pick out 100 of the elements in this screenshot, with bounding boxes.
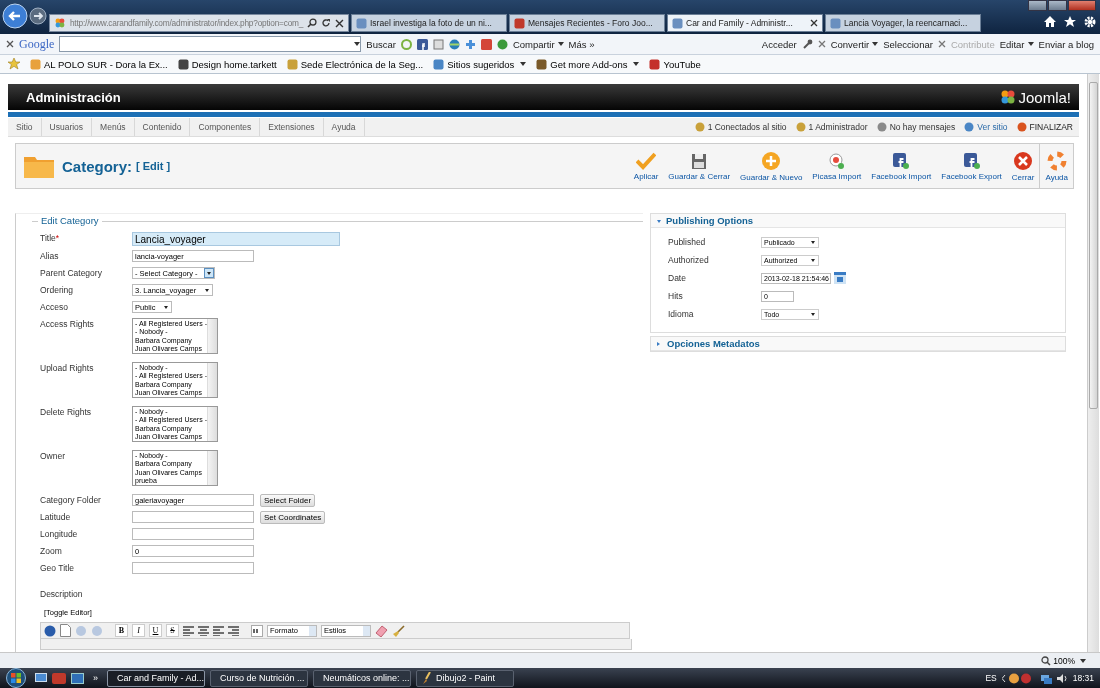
favorites-menu[interactable]: Get more Add-ons — [536, 58, 640, 70]
menu-item[interactable]: Ayuda — [323, 118, 365, 136]
status-link[interactable]: Ver sitio — [964, 122, 1008, 132]
format-button[interactable]: U — [149, 624, 162, 637]
settings-icon[interactable] — [1084, 16, 1096, 28]
more-button[interactable]: » — [93, 673, 98, 683]
toolbar-button[interactable]: Guardar & Nuevo — [735, 144, 808, 188]
toolbar-button[interactable]: Guardar & Cerrar — [663, 144, 736, 188]
panel-header[interactable]: Opciones Metadatos — [651, 337, 1065, 351]
toolbar-button[interactable]: Picasa Import — [807, 144, 867, 188]
format-button[interactable]: I — [132, 624, 145, 637]
search-button[interactable]: Buscar — [366, 38, 396, 50]
panel-header[interactable]: Publishing Options — [651, 214, 1065, 228]
favorite-link[interactable]: Sede Electrónica de la Seg... — [286, 58, 424, 70]
status-link[interactable]: 1 Conectados al sitio — [694, 122, 787, 132]
align-icon[interactable] — [198, 625, 209, 636]
maximize-button[interactable] — [1048, 0, 1067, 11]
favorite-link[interactable]: Design home.tarkett — [177, 58, 277, 70]
format-button[interactable]: S — [166, 624, 179, 637]
browser-tab[interactable]: Israel investiga la foto de un ni... — [351, 14, 507, 32]
network-icon[interactable] — [1040, 672, 1052, 684]
action-button[interactable]: Select Folder — [260, 494, 316, 507]
menu-item[interactable]: Extensiones — [260, 118, 324, 136]
taskbar-button[interactable]: Dibujo2 - Paint — [416, 669, 514, 687]
browser-tab[interactable]: Car and Family - Administr... — [667, 14, 823, 32]
toolbar-button[interactable]: Facebook Import — [866, 144, 937, 188]
select-button[interactable]: Seleccionar — [883, 38, 933, 50]
taskbar-button[interactable]: Neumáticos online: ... — [313, 669, 411, 687]
address-bar[interactable]: http://www.carandfamily.com/administrator/index.php?option=com_ — [49, 14, 349, 32]
share-button[interactable]: Compartir — [512, 38, 564, 50]
taskbar-button[interactable]: Car and Family - Ad... — [107, 669, 205, 687]
gmail-icon[interactable] — [480, 38, 492, 50]
scrollbar[interactable] — [207, 407, 217, 441]
browser-tab[interactable]: Mensajes Recientes - Foro Joo... — [509, 14, 665, 32]
blog-button[interactable]: Enviar a blog — [1038, 38, 1094, 50]
plus-icon[interactable] — [464, 38, 476, 50]
calendar-icon[interactable] — [834, 272, 846, 284]
scrollbar[interactable] — [207, 363, 217, 397]
favorite-link[interactable]: AL POLO SUR - Dora la Ex... — [30, 58, 168, 70]
minimize-button[interactable] — [1028, 0, 1047, 11]
scrollbar[interactable] — [207, 451, 217, 485]
menu-item[interactable]: Sitio — [8, 118, 42, 136]
search-icon[interactable] — [307, 18, 318, 28]
home-icon[interactable] — [1044, 16, 1056, 27]
quote-icon[interactable] — [251, 624, 263, 637]
search-field[interactable] — [59, 36, 362, 52]
title-field[interactable]: Lancia_voyager — [132, 232, 340, 246]
format-button[interactable]: B — [115, 624, 128, 637]
text-field[interactable] — [132, 511, 254, 523]
window-icon[interactable] — [71, 672, 84, 684]
volume-icon[interactable] — [1056, 672, 1068, 684]
scrollbar[interactable] — [207, 319, 217, 353]
language-indicator[interactable]: ES — [985, 673, 997, 683]
globe-icon[interactable] — [448, 38, 460, 50]
forward-button[interactable] — [29, 7, 47, 25]
back-button[interactable] — [2, 3, 28, 29]
text-field[interactable] — [132, 528, 254, 540]
favorite-link[interactable]: YouTube — [649, 58, 701, 70]
wrench-icon[interactable] — [801, 38, 813, 50]
close-icon[interactable] — [810, 19, 818, 27]
toolbar-button[interactable]: Aplicar — [628, 144, 664, 188]
window-close-button[interactable] — [1068, 0, 1096, 11]
share-icon[interactable] — [496, 38, 508, 50]
close-icon[interactable] — [6, 40, 14, 48]
new-document-icon[interactable] — [60, 624, 71, 637]
menu-item[interactable]: Usuarios — [41, 118, 93, 136]
convert-button[interactable]: Convertir — [830, 38, 879, 50]
action-button[interactable]: Set Coordinates — [260, 511, 326, 524]
status-link[interactable]: FINALIZAR — [1016, 122, 1073, 132]
more-button[interactable]: Más » — [568, 38, 595, 50]
toolbar-button[interactable]: Cerrar — [1006, 144, 1040, 188]
facebook-icon[interactable] — [416, 38, 428, 50]
help-icon[interactable] — [44, 624, 56, 637]
align-icon[interactable] — [213, 625, 224, 636]
app-icon[interactable] — [52, 672, 66, 684]
favorites-menu[interactable]: Sitios sugeridos — [433, 58, 527, 70]
page-icon[interactable] — [432, 38, 444, 50]
text-field[interactable] — [132, 562, 254, 574]
menu-item[interactable]: Componentes — [190, 118, 261, 136]
status-link[interactable]: No hay mensajes — [876, 122, 956, 132]
status-link[interactable]: 1 Administrador — [795, 122, 868, 132]
toolbar-button[interactable]: Ayuda — [1039, 144, 1073, 188]
eraser-icon[interactable] — [375, 624, 388, 637]
broom-icon[interactable] — [392, 624, 405, 637]
menu-item[interactable]: Contenido — [134, 118, 191, 136]
clock[interactable]: 18:31 — [1072, 673, 1094, 683]
star-icon[interactable] — [1064, 16, 1076, 28]
toolbar-button[interactable]: Facebook Export — [936, 144, 1007, 188]
taskbar-button[interactable]: Curso de Nutrición ... — [210, 669, 308, 687]
menu-item[interactable]: Menús — [92, 118, 135, 136]
edit-button[interactable]: Editar — [999, 38, 1034, 50]
desktop-icon[interactable] — [35, 672, 47, 684]
refresh-icon[interactable] — [321, 18, 332, 28]
swirl-icon[interactable] — [400, 38, 412, 50]
scrollbar[interactable] — [1087, 74, 1099, 652]
favorites-star-icon[interactable] — [8, 58, 20, 70]
align-icon[interactable] — [183, 625, 194, 636]
align-icon[interactable] — [228, 625, 239, 636]
close-icon[interactable] — [335, 18, 344, 28]
sign-in-button[interactable]: Acceder — [761, 38, 797, 50]
